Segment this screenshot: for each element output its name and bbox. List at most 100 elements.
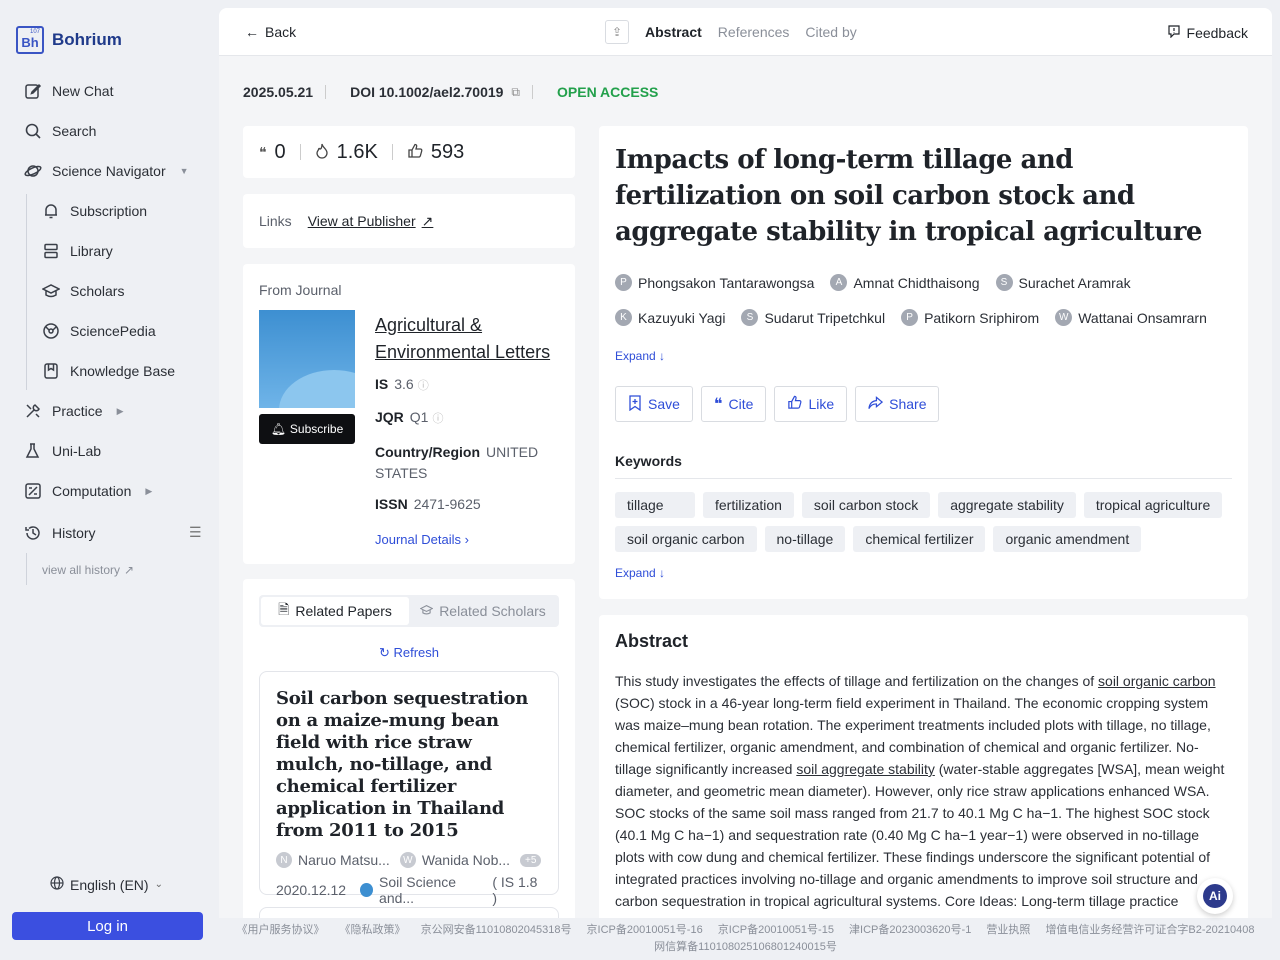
save-button[interactable]: Save <box>615 386 693 422</box>
author[interactable]: K Kazuyuki Yagi <box>615 309 725 326</box>
footer-link[interactable]: 津ICP备2023003620号-1 <box>849 924 971 936</box>
is-label: IS <box>375 376 389 392</box>
nav-sciencepedia[interactable]: SciencePedia <box>42 320 156 342</box>
nav-subscription[interactable]: Subscription <box>42 200 147 222</box>
keyword-chip[interactable]: soil carbon stock <box>801 492 931 518</box>
keyword-chip[interactable]: aggregate stability <box>938 492 1076 518</box>
footer-link[interactable]: 增值电信业务经营许可证合字B2-20210408 <box>1045 924 1254 936</box>
author[interactable]: P Phongsakon Tantarawongsa <box>615 274 814 291</box>
nav-label: New Chat <box>52 83 114 99</box>
bell-icon: 🔔︎ <box>270 422 286 436</box>
tab-abstract[interactable]: Abstract <box>645 24 702 40</box>
login-button[interactable]: Log in <box>12 912 203 940</box>
external-link-icon: ↗ <box>421 212 434 229</box>
related-paper-title[interactable]: Soil carbon sequestration on a maize-mun… <box>276 688 542 842</box>
upload-icon[interactable]: ⇪ <box>605 20 629 44</box>
keyword-chip[interactable]: no-tillage <box>764 526 846 552</box>
journal-cover[interactable] <box>259 310 355 408</box>
keyword-chip[interactable]: organic amendment <box>993 526 1142 552</box>
keyword-chip[interactable]: soil organic carbon <box>615 526 757 552</box>
footer-link[interactable]: 营业执照 <box>986 924 1030 936</box>
author[interactable]: W Wattanai Onsamrarn <box>1055 309 1207 326</box>
expand-authors-button[interactable]: Expand ↓ <box>615 349 665 363</box>
keyword-chip[interactable]: chemical fertilizer <box>853 526 986 552</box>
author[interactable]: S Sudarut Tripetchkul <box>741 309 885 326</box>
nav-scholars[interactable]: Scholars <box>42 280 124 302</box>
document-icon: 🗎 <box>278 601 290 617</box>
nav-new-chat[interactable]: New Chat <box>24 80 113 102</box>
nav-knowledge-base[interactable]: Knowledge Base <box>42 360 175 382</box>
more-authors-badge[interactable]: +5 <box>520 853 542 867</box>
footer-link[interactable]: 京ICP备20010051号-16 <box>587 924 703 936</box>
menu-icon[interactable]: ☰ <box>189 524 202 541</box>
keyword-chip[interactable]: tropical agriculture <box>1083 492 1223 518</box>
copy-icon[interactable]: ⧉ <box>511 85 520 100</box>
footer-registration: 网信算备110108025106801240015号 <box>654 941 837 953</box>
back-button[interactable]: ← Back <box>245 24 296 40</box>
logo[interactable]: 107 Bh Bohrium <box>16 26 122 54</box>
keyword-chip[interactable]: fertilization <box>703 492 794 518</box>
top-bar: ← Back ⇪ Abstract References Cited by Fe… <box>219 8 1272 56</box>
logo-text: Bohrium <box>52 30 122 49</box>
nav-divider <box>26 194 27 390</box>
keyword-chip[interactable]: tillage <box>615 492 695 518</box>
journal-details-link[interactable]: Journal Details › <box>375 532 469 547</box>
share-label: Share <box>889 396 927 412</box>
avatar: A <box>830 274 848 291</box>
journal-country: Country/Region UNITED STATES <box>375 442 555 484</box>
refresh-button[interactable]: ↻ Refresh <box>243 645 575 661</box>
jqr-label: JQR <box>375 409 404 425</box>
author[interactable]: A Amnat Chidthaisong <box>830 274 980 291</box>
open-access-badge: OPEN ACCESS <box>557 84 659 100</box>
tab-related-scholars[interactable]: Related Scholars <box>409 597 557 625</box>
ai-assistant-button[interactable]: Ai <box>1197 878 1233 914</box>
footer-link[interactable]: 京ICP备20010051号-15 <box>718 924 834 936</box>
abstract-term-link[interactable]: soil organic carbon <box>1098 673 1216 689</box>
author-name[interactable]: Wanida Nob... <box>422 852 510 868</box>
tab-references[interactable]: References <box>718 24 790 40</box>
info-icon[interactable]: ⓘ <box>432 413 443 425</box>
journal-name[interactable]: Agricultural & Environmental Letters <box>375 312 565 366</box>
nav-computation[interactable]: Computation ▶ <box>24 480 152 502</box>
related-paper-item[interactable] <box>259 907 559 918</box>
avatar: N <box>276 852 292 868</box>
tab-related-papers[interactable]: 🗎 Related Papers <box>261 597 409 625</box>
info-icon[interactable]: ⓘ <box>418 380 429 392</box>
subscribe-button[interactable]: 🔔︎ Subscribe <box>259 414 355 444</box>
author-name: Patikorn Sriphirom <box>924 309 1040 326</box>
related-paper-authors: N Naruo Matsu... W Wanida Nob... +5 <box>276 852 542 868</box>
journal-icon <box>360 883 374 897</box>
like-button[interactable]: Like <box>774 386 848 422</box>
expand-keywords-button[interactable]: Expand ↓ <box>615 566 665 580</box>
footer-link[interactable]: 京公网安备11010802045318号 <box>421 924 572 936</box>
author[interactable]: S Surachet Aramrak <box>995 274 1131 291</box>
author-name: Sudarut Tripetchkul <box>764 309 886 326</box>
view-all-history-link[interactable]: view all history ↗ <box>42 563 134 577</box>
is-value: 3.6 <box>394 376 414 392</box>
chevron-down-icon: ⌄ <box>154 879 163 890</box>
abstract-text-part: This study investigates the effects of t… <box>615 673 1099 689</box>
nav-search[interactable]: Search <box>24 120 96 142</box>
share-button[interactable]: Share <box>855 386 940 422</box>
nav-history[interactable]: History <box>24 522 96 544</box>
nav-library[interactable]: Library <box>42 240 113 262</box>
nav-uni-lab[interactable]: Uni-Lab <box>24 440 101 462</box>
view-at-publisher-link[interactable]: View at Publisher ↗ <box>308 213 434 230</box>
related-paper-item[interactable]: Soil carbon sequestration on a maize-mun… <box>259 671 559 906</box>
nav-practice[interactable]: Practice ▶ <box>24 400 124 422</box>
tab-cited-by[interactable]: Cited by <box>805 24 856 40</box>
feedback-label: Feedback <box>1186 24 1248 41</box>
related-paper-journal[interactable]: Soil Science and... <box>379 874 486 906</box>
cite-button[interactable]: ❝ Cite <box>700 386 767 422</box>
history-divider <box>26 553 27 585</box>
author-name[interactable]: Naruo Matsu... <box>298 852 390 868</box>
external-link-icon: ↗ <box>124 563 135 577</box>
abstract-term-link[interactable]: soil aggregate stability <box>796 761 935 777</box>
nav-science-navigator[interactable]: Science Navigator ▼ <box>24 160 189 182</box>
language-selector[interactable]: English (EN) ⌄ <box>50 876 163 893</box>
footer-link[interactable]: 《隐私政策》 <box>340 924 406 936</box>
author[interactable]: P Patikorn Sriphirom <box>901 309 1039 326</box>
feedback-button[interactable]: Feedback <box>1167 24 1248 41</box>
publisher-link-label: View at Publisher <box>307 213 416 229</box>
footer-link[interactable]: 《用户服务协议》 <box>236 924 324 936</box>
